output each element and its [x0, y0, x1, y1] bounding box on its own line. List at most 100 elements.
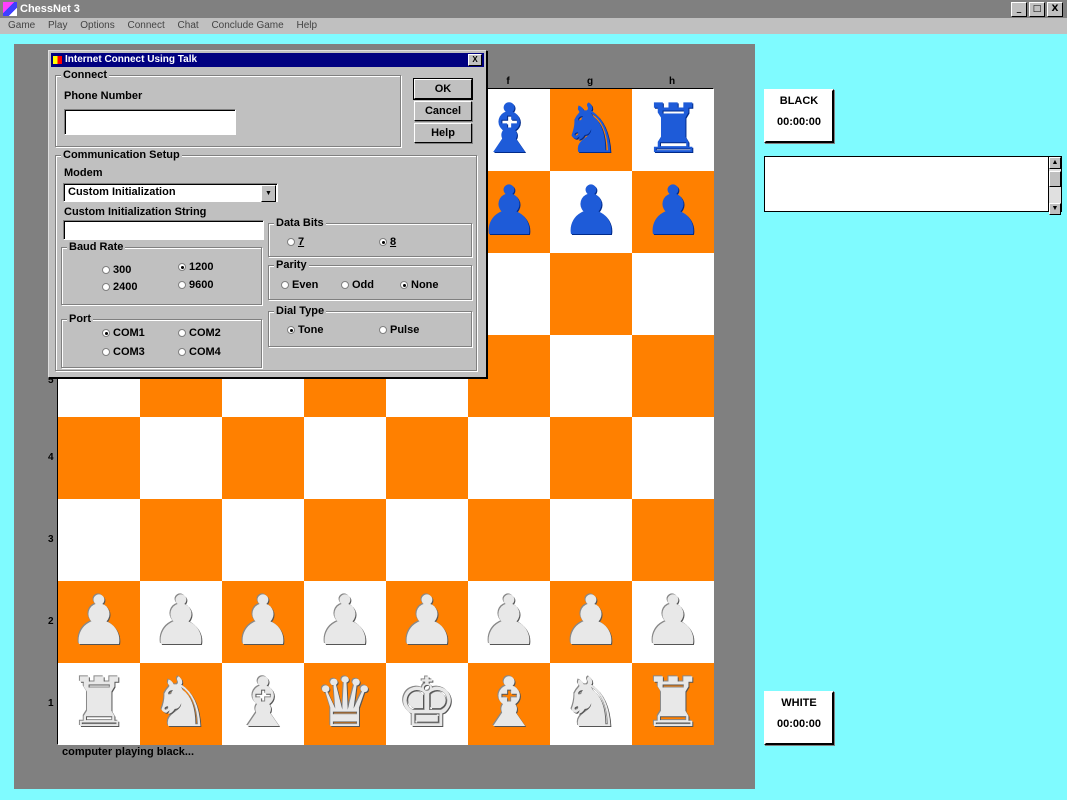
square-b3[interactable]: [140, 499, 222, 581]
modem-select[interactable]: Custom Initialization ▼: [63, 183, 278, 202]
square-d2[interactable]: ♟: [304, 581, 386, 663]
chevron-down-icon[interactable]: ▼: [261, 185, 276, 202]
baud-9600-radio[interactable]: 9600: [178, 279, 213, 291]
black-rook-icon[interactable]: ♜: [643, 96, 704, 164]
white-pawn-icon[interactable]: ♟: [643, 588, 704, 656]
cancel-button[interactable]: Cancel: [414, 101, 472, 121]
square-g6[interactable]: [550, 253, 632, 335]
black-bishop-icon[interactable]: ♝: [479, 96, 540, 164]
white-queen-icon[interactable]: ♛: [315, 670, 376, 738]
white-pawn-icon[interactable]: ♟: [397, 588, 458, 656]
square-e2[interactable]: ♟: [386, 581, 468, 663]
white-pawn-icon[interactable]: ♟: [69, 588, 130, 656]
square-e1[interactable]: ♚: [386, 663, 468, 745]
square-g2[interactable]: ♟: [550, 581, 632, 663]
chat-scrollbar[interactable]: ▲ ▼: [1048, 157, 1061, 215]
white-rook-icon[interactable]: ♜: [69, 670, 130, 738]
white-pawn-icon[interactable]: ♟: [315, 588, 376, 656]
black-pawn-icon[interactable]: ♟: [643, 178, 704, 246]
square-h7[interactable]: ♟: [632, 171, 714, 253]
maximize-button[interactable]: □: [1029, 2, 1045, 17]
square-e3[interactable]: [386, 499, 468, 581]
port-com1-radio[interactable]: COM1: [102, 327, 145, 339]
baud-1200-radio[interactable]: 1200: [178, 261, 213, 273]
white-pawn-icon[interactable]: ♟: [151, 588, 212, 656]
white-bishop-icon[interactable]: ♝: [233, 670, 294, 738]
square-g5[interactable]: [550, 335, 632, 417]
white-knight-icon[interactable]: ♞: [561, 670, 622, 738]
menu-options[interactable]: Options: [80, 20, 114, 31]
black-knight-icon[interactable]: ♞: [561, 96, 622, 164]
square-f4[interactable]: [468, 417, 550, 499]
square-a3[interactable]: [58, 499, 140, 581]
square-h5[interactable]: [632, 335, 714, 417]
menu-chat[interactable]: Chat: [178, 20, 199, 31]
baud-2400-radio[interactable]: 2400: [102, 281, 137, 293]
menu-play[interactable]: Play: [48, 20, 67, 31]
port-com3-radio[interactable]: COM3: [102, 346, 145, 358]
square-d1[interactable]: ♛: [304, 663, 386, 745]
menu-connect[interactable]: Connect: [128, 20, 165, 31]
ok-button[interactable]: OK: [413, 78, 473, 100]
scroll-down-icon[interactable]: ▼: [1049, 203, 1061, 215]
close-button[interactable]: X: [1047, 2, 1063, 17]
data-bits-7-radio[interactable]: 7: [287, 236, 304, 248]
phone-number-input[interactable]: [64, 109, 236, 135]
white-knight-icon[interactable]: ♞: [151, 670, 212, 738]
square-f1[interactable]: ♝: [468, 663, 550, 745]
scroll-thumb[interactable]: [1049, 171, 1061, 187]
custom-init-input[interactable]: [63, 220, 264, 240]
white-bishop-icon[interactable]: ♝: [479, 670, 540, 738]
square-f2[interactable]: ♟: [468, 581, 550, 663]
menu-game[interactable]: Game: [8, 20, 35, 31]
square-g8[interactable]: ♞: [550, 89, 632, 171]
parity-even-radio[interactable]: Even: [281, 279, 318, 291]
port-com4-radio[interactable]: COM4: [178, 346, 221, 358]
square-b4[interactable]: [140, 417, 222, 499]
baud-300-radio[interactable]: 300: [102, 264, 131, 276]
square-h2[interactable]: ♟: [632, 581, 714, 663]
port-com2-radio[interactable]: COM2: [178, 327, 221, 339]
menu-conclude-game[interactable]: Conclude Game: [211, 20, 283, 31]
square-c2[interactable]: ♟: [222, 581, 304, 663]
white-rook-icon[interactable]: ♜: [643, 670, 704, 738]
white-pawn-icon[interactable]: ♟: [233, 588, 294, 656]
square-b1[interactable]: ♞: [140, 663, 222, 745]
minimize-button[interactable]: _: [1011, 2, 1027, 17]
square-c4[interactable]: [222, 417, 304, 499]
square-g7[interactable]: ♟: [550, 171, 632, 253]
help-button[interactable]: Help: [414, 123, 472, 143]
parity-odd-radio[interactable]: Odd: [341, 279, 374, 291]
dial-pulse-radio[interactable]: Pulse: [379, 324, 419, 336]
square-h4[interactable]: [632, 417, 714, 499]
black-pawn-icon[interactable]: ♟: [561, 178, 622, 246]
square-f3[interactable]: [468, 499, 550, 581]
dialog-close-button[interactable]: X: [468, 54, 482, 66]
square-h3[interactable]: [632, 499, 714, 581]
data-bits-8-radio[interactable]: 8: [379, 236, 396, 248]
white-king-icon[interactable]: ♚: [397, 670, 458, 738]
scroll-up-icon[interactable]: ▲: [1049, 157, 1061, 169]
menu-help[interactable]: Help: [296, 20, 317, 31]
black-pawn-icon[interactable]: ♟: [479, 178, 540, 246]
square-a1[interactable]: ♜: [58, 663, 140, 745]
square-e4[interactable]: [386, 417, 468, 499]
square-c3[interactable]: [222, 499, 304, 581]
square-a4[interactable]: [58, 417, 140, 499]
square-c1[interactable]: ♝: [222, 663, 304, 745]
square-a2[interactable]: ♟: [58, 581, 140, 663]
square-g4[interactable]: [550, 417, 632, 499]
square-d3[interactable]: [304, 499, 386, 581]
square-g3[interactable]: [550, 499, 632, 581]
square-d4[interactable]: [304, 417, 386, 499]
square-h6[interactable]: [632, 253, 714, 335]
white-pawn-icon[interactable]: ♟: [561, 588, 622, 656]
square-h8[interactable]: ♜: [632, 89, 714, 171]
square-h1[interactable]: ♜: [632, 663, 714, 745]
white-pawn-icon[interactable]: ♟: [479, 588, 540, 656]
parity-none-radio[interactable]: None: [400, 279, 439, 291]
dial-tone-radio[interactable]: Tone: [287, 324, 323, 336]
square-g1[interactable]: ♞: [550, 663, 632, 745]
chat-message-box[interactable]: ▲ ▼: [764, 156, 1062, 215]
square-b2[interactable]: ♟: [140, 581, 222, 663]
